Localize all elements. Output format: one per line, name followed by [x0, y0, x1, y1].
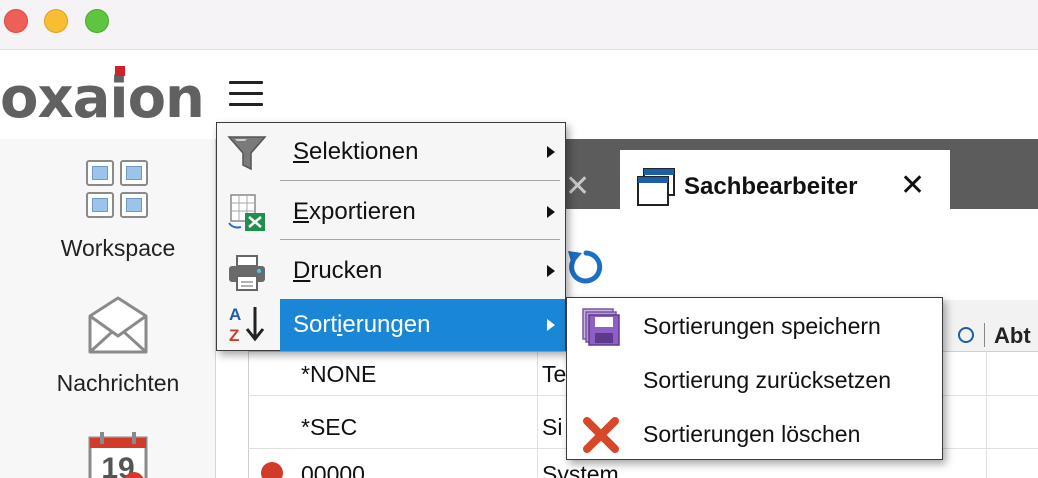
menu-item-drucken[interactable]: Drucken: [217, 242, 565, 300]
window-minimize-button[interactable]: [44, 9, 68, 33]
printer-icon: [229, 255, 265, 291]
window-close-button[interactable]: [4, 9, 28, 33]
save-floppy-icon: [582, 308, 620, 346]
cell-name: Si: [542, 414, 563, 440]
column-radio-icon[interactable]: [958, 327, 974, 343]
status-dot-icon: [261, 462, 283, 478]
submenu-arrow-icon: [547, 265, 555, 277]
menu-item-sortierungen[interactable]: A Z Sortierungen: [217, 299, 565, 357]
submenu-item-label: Sortierungen speichern: [643, 313, 881, 339]
header-divider: [984, 323, 985, 347]
tab-title: Sachbearbeiter: [684, 173, 858, 200]
delete-x-icon: [583, 417, 619, 453]
refresh-icon[interactable]: [566, 247, 606, 287]
submenu-item-save-sort[interactable]: Sortierungen speichern: [567, 300, 942, 352]
submenu-arrow-icon: [547, 319, 555, 331]
column-header-abt[interactable]: Abt: [994, 323, 1031, 349]
window-maximize-button[interactable]: [85, 9, 109, 33]
envelope-icon[interactable]: [86, 294, 150, 356]
calendar-icon[interactable]: 19: [88, 430, 148, 478]
sidebar-item-nachrichten[interactable]: Nachrichten: [0, 370, 236, 397]
inactive-tab-close-icon[interactable]: ✕: [565, 172, 590, 202]
column-divider: [986, 352, 987, 478]
excel-export-icon: [228, 194, 265, 231]
submenu-item-label: Sortierung zurücksetzen: [643, 367, 892, 393]
cell-code: *SEC: [301, 414, 358, 440]
menu-separator: [280, 180, 560, 181]
window-titlebar: [0, 0, 1038, 50]
sidebar-item-workspace[interactable]: Workspace: [0, 235, 236, 262]
menu-item-exportieren[interactable]: Exportieren: [217, 183, 565, 241]
submenu-arrow-icon: [547, 206, 555, 218]
logo-accent-dot: [115, 66, 125, 76]
submenu-arrow-icon: [547, 146, 555, 158]
column-divider: [537, 352, 538, 478]
menu-item-label: Selektionen: [293, 138, 419, 165]
submenu-item-delete-sort[interactable]: Sortierungen löschen: [567, 408, 942, 460]
sort-az-icon: A Z: [229, 305, 265, 343]
tab-close-icon[interactable]: ✕: [900, 170, 925, 202]
menu-item-label: Sortierungen: [293, 311, 431, 338]
svg-text:A: A: [229, 305, 241, 324]
menu-item-label: Exportieren: [293, 198, 416, 225]
menu-separator: [280, 239, 560, 240]
hamburger-menu-icon[interactable]: [229, 81, 263, 109]
submenu-item-label: Sortierungen löschen: [643, 421, 861, 447]
cell-code: 00000: [301, 461, 365, 478]
svg-text:Z: Z: [229, 326, 239, 343]
menu-item-label: Drucken: [293, 257, 383, 284]
cell-name: Te: [542, 361, 567, 387]
window-icon: [637, 168, 675, 206]
app-logo: oxaion: [0, 66, 205, 131]
filter-funnel-icon: [227, 136, 267, 171]
cell-code: *NONE: [301, 361, 377, 387]
workspace-grid-icon[interactable]: [86, 160, 152, 220]
submenu-item-reset-sort[interactable]: Sortierung zurücksetzen: [567, 354, 942, 406]
menu-item-selektionen[interactable]: Selektionen: [217, 123, 565, 181]
